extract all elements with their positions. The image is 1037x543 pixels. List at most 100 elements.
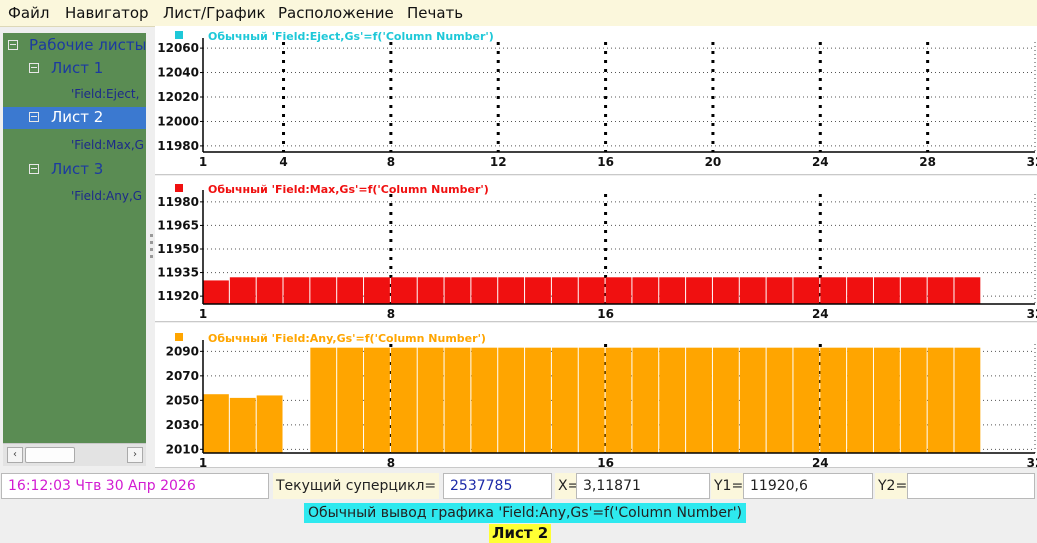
bar: [739, 347, 766, 453]
bar: [900, 347, 927, 453]
bar: [203, 394, 229, 453]
x-tick-label: 8: [387, 456, 395, 470]
scroll-right-icon[interactable]: ›: [127, 447, 143, 463]
y-tick-label: 2090: [166, 344, 199, 358]
bar: [820, 347, 847, 453]
bar: [578, 347, 605, 453]
menu-file[interactable]: Файл: [8, 4, 49, 22]
bar: [283, 277, 310, 304]
x-tick-label: 16: [597, 307, 614, 321]
bar: [551, 277, 578, 304]
x-tick-label: 4: [279, 155, 287, 169]
bar: [927, 277, 954, 304]
y-tick-label: 2030: [166, 418, 199, 432]
bar: [605, 277, 632, 304]
bar: [229, 397, 256, 453]
bar: [310, 347, 337, 453]
bar: [659, 347, 686, 453]
legend-swatch: [175, 333, 183, 341]
y1-label: Y1=: [711, 473, 747, 499]
bar: [847, 277, 873, 304]
bar: [525, 277, 551, 304]
tree-item-sheet-2[interactable]: Лист 2: [3, 107, 146, 129]
tree-leaf-label: 'Field:Max,G: [71, 138, 144, 152]
bar: [793, 277, 820, 304]
bar: [471, 347, 498, 453]
x-tick-label: 32: [1027, 307, 1037, 321]
tree-item-label: Лист 3: [51, 160, 104, 178]
bar: [873, 277, 900, 304]
x-tick-label: 8: [387, 307, 395, 321]
tree-item-sheet-3[interactable]: Лист 3: [3, 159, 146, 181]
tree-root[interactable]: Рабочие листы: [3, 35, 146, 57]
bar: [364, 277, 390, 304]
splitter-handle[interactable]: [150, 234, 153, 262]
y-tick-label: 2050: [166, 393, 199, 407]
bar: [364, 347, 390, 453]
collapse-icon[interactable]: [29, 164, 39, 174]
legend-label: Обычный 'Field:Any,Gs'=f('Column Number'…: [208, 332, 486, 345]
collapse-icon[interactable]: [29, 63, 39, 73]
y-tick-label: 2010: [166, 442, 199, 456]
y-tick-label: 11980: [157, 195, 199, 209]
bar: [444, 277, 471, 304]
x-tick-label: 20: [705, 155, 722, 169]
bar: [739, 277, 766, 304]
bar: [444, 347, 471, 453]
clock-field: 16:12:03 Чтв 30 Апр 2026: [1, 473, 269, 499]
bar: [686, 277, 712, 304]
y-tick-label: 12000: [157, 114, 199, 128]
collapse-icon[interactable]: [29, 112, 39, 122]
menu-sheet-graph[interactable]: Лист/График: [163, 4, 266, 22]
menu-navigator[interactable]: Навигатор: [65, 4, 149, 22]
menu-print[interactable]: Печать: [407, 4, 463, 22]
supercycle-label: Текущий суперцикл=: [273, 473, 440, 499]
bar: [256, 395, 283, 453]
bar: [873, 347, 900, 453]
bar: [525, 347, 551, 453]
charts-canvas[interactable]: 11980 12000 12020 12040 12060 1 4 8 12 16 20 24 28 32…: [155, 26, 1037, 470]
collapse-icon[interactable]: [8, 40, 18, 50]
tree-leaf-eject[interactable]: 'Field:Eject,: [3, 84, 146, 106]
bar: [390, 347, 417, 453]
bar: [712, 347, 739, 453]
scroll-left-icon[interactable]: ‹: [7, 447, 23, 463]
bar: [256, 277, 283, 304]
tree-leaf-max[interactable]: 'Field:Max,G: [3, 135, 146, 157]
y-tick-label: 11965: [157, 218, 199, 232]
bar: [337, 277, 364, 304]
x-tick-label: 24: [812, 307, 829, 321]
bar: [498, 347, 525, 453]
y-tick-label: 11935: [157, 266, 199, 280]
bar: [766, 277, 793, 304]
x-tick-label: 24: [812, 456, 829, 470]
sidebar-scrollbar[interactable]: ‹ ›: [3, 443, 146, 466]
graph-caption: Обычный вывод графика 'Field:Any,Gs'=f('…: [304, 503, 746, 523]
scroll-thumb[interactable]: [25, 447, 75, 463]
bar: [927, 347, 954, 453]
menu-layout[interactable]: Расположение: [278, 4, 394, 22]
y-tick-label: 2070: [166, 369, 199, 383]
bar: [605, 347, 632, 453]
y2-value-field: [907, 473, 1035, 499]
bar: [766, 347, 793, 453]
x-tick-label: 8: [387, 155, 395, 169]
bar: [632, 347, 659, 453]
y2-label: Y2=: [875, 473, 911, 499]
bar: [686, 347, 712, 453]
bar: [551, 347, 578, 453]
tree-item-sheet-1[interactable]: Лист 1: [3, 58, 146, 80]
y-tick-label: 11980: [157, 139, 199, 153]
x-tick-label: 1: [199, 307, 207, 321]
tree-item-label: Лист 2: [51, 108, 104, 126]
x-tick-label: 24: [812, 155, 829, 169]
tree-leaf-any[interactable]: 'Field:Any,G: [3, 186, 146, 208]
bar: [310, 277, 337, 304]
status-bar: 16:12:03 Чтв 30 Апр 2026 Текущий суперци…: [0, 470, 1037, 543]
current-sheet-label: Лист 2: [489, 524, 552, 543]
y-tick-label: 11950: [157, 242, 199, 256]
bar: [847, 347, 873, 453]
tree-item-label: Лист 1: [51, 59, 104, 77]
tree-root-label: Рабочие листы: [29, 36, 146, 54]
bar: [417, 347, 444, 453]
